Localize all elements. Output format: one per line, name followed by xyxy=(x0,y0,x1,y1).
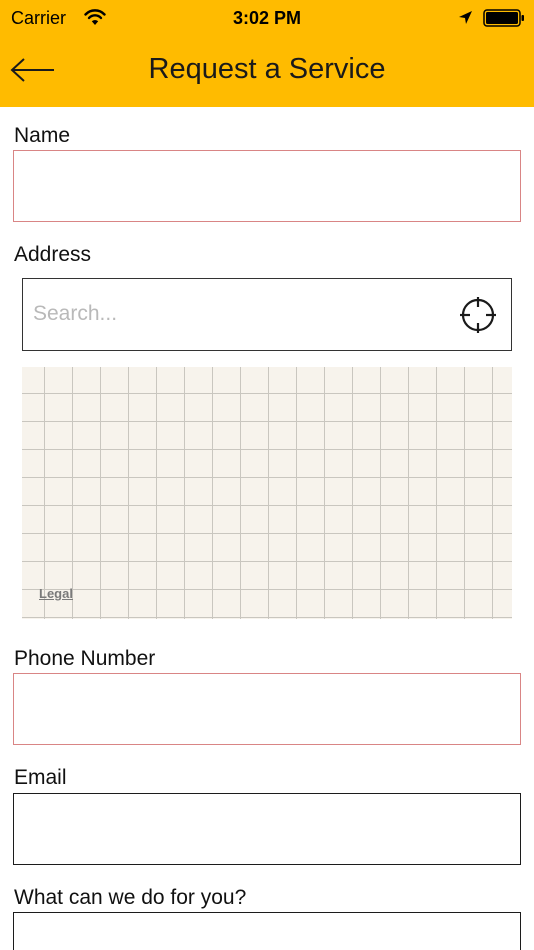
map-legal-link[interactable]: Legal xyxy=(39,586,73,601)
crosshair-icon xyxy=(460,297,496,333)
request-service-screen: Carrier 3:02 PM Request a Service Name A… xyxy=(0,0,534,950)
status-bar: Carrier 3:02 PM xyxy=(0,0,534,36)
name-field[interactable] xyxy=(13,150,521,222)
phone-field[interactable] xyxy=(13,673,521,745)
top-bar: Carrier 3:02 PM Request a Service xyxy=(0,0,534,107)
address-label: Address xyxy=(14,243,92,266)
email-field[interactable] xyxy=(13,793,521,865)
request-label: What can we do for you? xyxy=(14,886,247,909)
locate-me-button[interactable] xyxy=(459,296,497,334)
phone-label: Phone Number xyxy=(14,647,156,670)
navigation-bar: Request a Service xyxy=(0,36,534,107)
map-view[interactable]: Legal xyxy=(22,367,512,619)
battery-icon xyxy=(483,9,525,27)
name-label: Name xyxy=(14,124,71,147)
address-search-input[interactable] xyxy=(33,279,453,349)
request-field[interactable] xyxy=(13,912,521,950)
address-search-box xyxy=(22,278,512,351)
status-time: 3:02 PM xyxy=(232,8,302,28)
location-arrow-icon xyxy=(458,10,473,25)
page-title: Request a Service xyxy=(148,53,386,85)
email-label: Email xyxy=(14,766,67,789)
